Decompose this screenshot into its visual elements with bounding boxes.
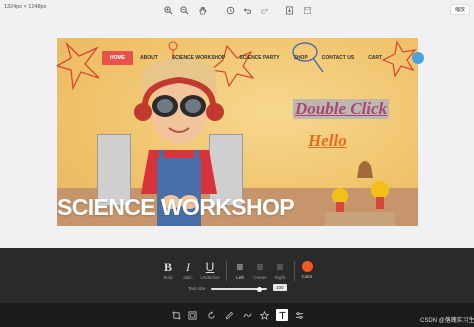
slider-thumb[interactable]	[256, 286, 262, 292]
align-left-label: Left	[236, 275, 244, 280]
watermark: CSDN @落魄实习生	[420, 318, 474, 324]
bold-button[interactable]: B Bold	[157, 261, 179, 280]
filter-icon[interactable]	[293, 309, 305, 321]
tool-bar	[0, 303, 474, 327]
text-size-slider[interactable]	[211, 286, 267, 292]
align-left-button[interactable]: ≡ Left	[229, 261, 251, 280]
shape-icon[interactable]	[241, 309, 253, 321]
draw-icon[interactable]	[223, 309, 235, 321]
italic-label: Italic	[183, 275, 193, 280]
align-center-icon: ≡	[256, 260, 264, 274]
download-icon[interactable]	[284, 5, 294, 15]
nav-shop[interactable]: SHOP	[287, 55, 315, 61]
nav-contact-us[interactable]: CONTACT US	[315, 55, 361, 61]
align-right-icon: ≡	[276, 260, 284, 274]
image-banner[interactable]: HOME ABOUT SCIENCE WORKSHOP SCIENCE PART…	[57, 38, 418, 226]
text-overlay-hello[interactable]: Hello	[308, 131, 347, 151]
bold-label: Bold	[163, 275, 173, 280]
crop-icon[interactable]	[170, 309, 182, 321]
nav-about[interactable]: ABOUT	[133, 55, 165, 61]
underline-button[interactable]: U Underline	[199, 261, 221, 280]
color-button[interactable]: Color	[296, 261, 318, 279]
redo-icon[interactable]	[259, 5, 269, 15]
nav-cart[interactable]: CART	[361, 55, 389, 61]
text-overlay-double-click[interactable]: Double Click	[293, 99, 390, 119]
banner-navigation: HOME ABOUT SCIENCE WORKSHOP SCIENCE PART…	[102, 51, 389, 65]
bold-glyph: B	[163, 260, 172, 274]
text-icon[interactable]	[276, 309, 288, 321]
star-icon[interactable]	[258, 309, 270, 321]
history-icon[interactable]	[225, 5, 235, 15]
italic-glyph: I	[186, 260, 190, 274]
undo-icon[interactable]	[242, 5, 252, 15]
nav-science-party[interactable]: SCIENCE PARTY	[232, 55, 286, 61]
italic-button[interactable]: I Italic	[177, 261, 199, 280]
overlay-text: Double Click	[295, 99, 388, 118]
underline-label: Underline	[200, 275, 220, 280]
banner-headline: SCIENCE WORKSHOP	[57, 194, 295, 220]
side-handle[interactable]	[412, 52, 424, 64]
save-icon[interactable]	[302, 5, 312, 15]
image-dimensions: 1324px × 1248px	[4, 4, 47, 10]
zoom-out-icon[interactable]	[179, 5, 189, 15]
lamps	[325, 181, 395, 226]
pan-hand-icon[interactable]	[197, 5, 207, 15]
align-center-label: Center	[253, 275, 267, 280]
text-size-label: Text size	[188, 286, 206, 291]
align-center-button[interactable]: ≡ Center	[249, 261, 271, 280]
nav-home[interactable]: HOME	[102, 51, 133, 65]
frame-icon[interactable]	[186, 309, 198, 321]
align-right-label: Right	[274, 275, 286, 280]
text-size-value[interactable]: 100	[273, 284, 287, 291]
zoom-level-chip[interactable]: 缩放	[449, 4, 470, 15]
zoom-in-icon[interactable]	[163, 5, 173, 15]
nav-science-workshop[interactable]: SCIENCE WORKSHOP	[165, 55, 233, 61]
top-toolbar: 1324px × 1248px 缩放	[0, 0, 474, 20]
color-label: Color	[301, 274, 313, 279]
panel-separator	[294, 261, 295, 281]
rotate-icon[interactable]	[205, 309, 217, 321]
color-swatch	[301, 261, 313, 272]
panel-separator	[226, 261, 227, 281]
underline-glyph: U	[205, 260, 215, 274]
align-right-button[interactable]: ≡ Right	[269, 261, 291, 280]
align-left-icon: ≡	[236, 260, 244, 274]
